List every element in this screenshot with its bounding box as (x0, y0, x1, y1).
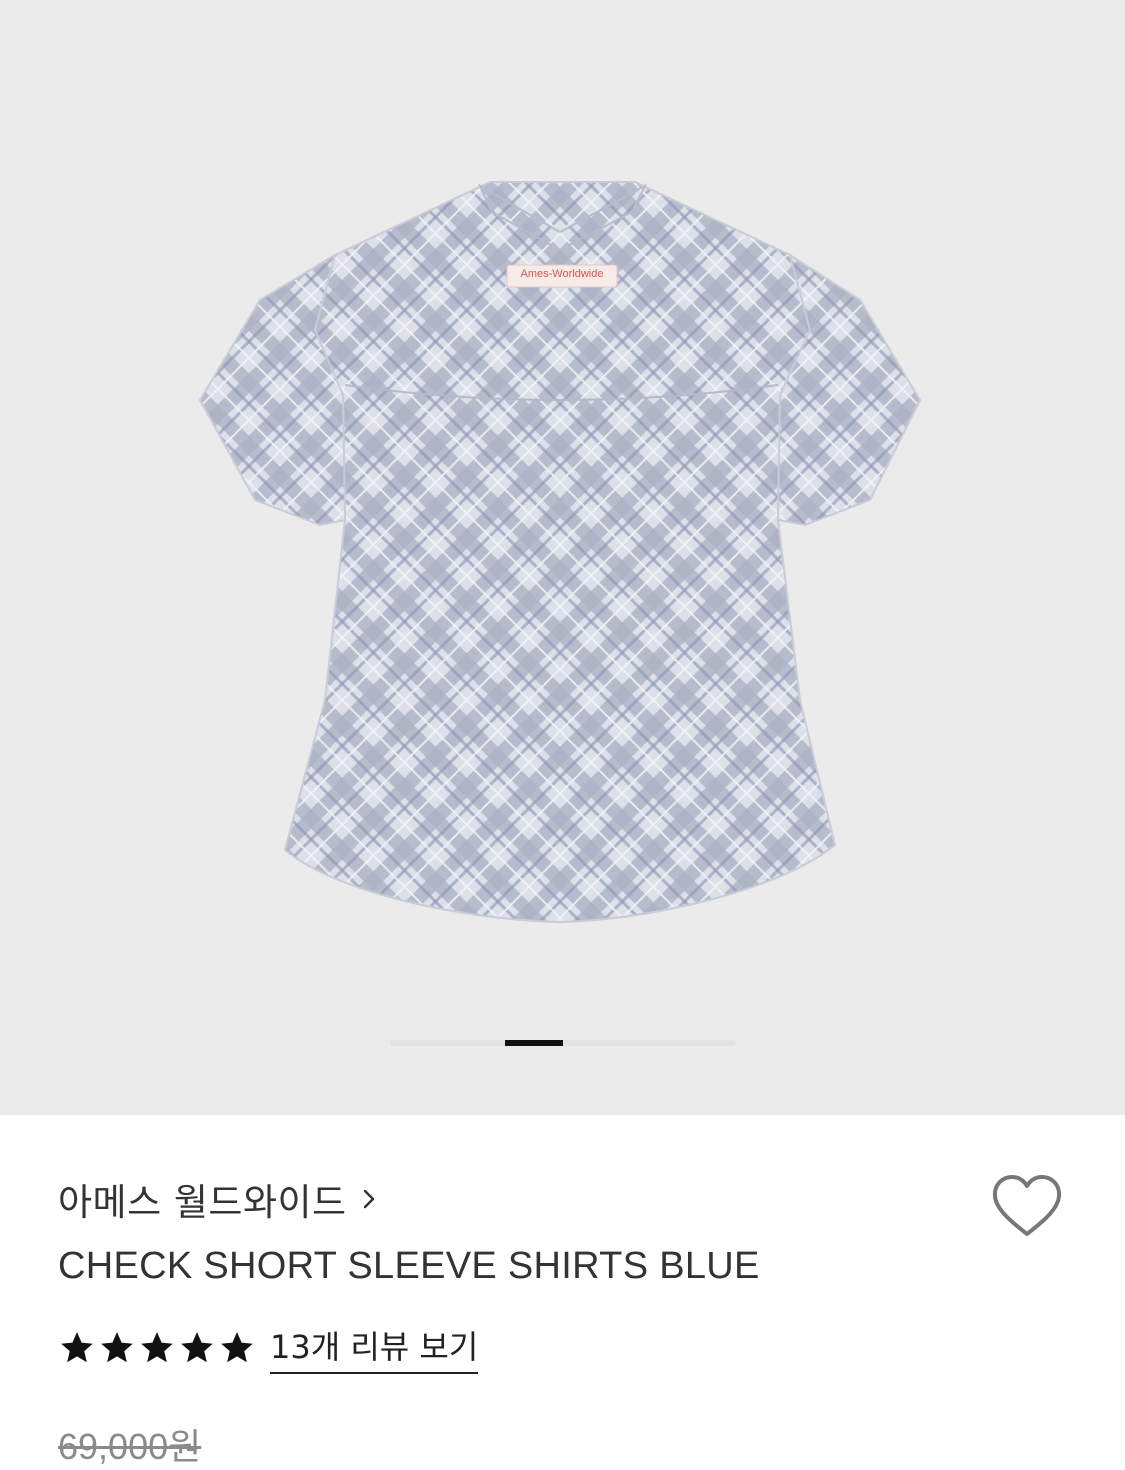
brand-link[interactable]: 아메스 월드와이드 (58, 1172, 377, 1226)
star-filled-icon (101, 1332, 133, 1363)
star-rating (58, 1329, 258, 1367)
rating-row: 13개 리뷰 보기 (58, 1322, 479, 1374)
product-image-gallery[interactable]: Ames-Worldwide (0, 0, 1125, 1115)
product-image (0, 0, 1125, 1115)
original-price: 69,000원 (58, 1426, 202, 1467)
product-title: CHECK SHORT SLEEVE SHIRTS BLUE (58, 1245, 760, 1287)
star-filled-icon (221, 1332, 253, 1363)
carousel-pager[interactable] (390, 1040, 736, 1046)
carousel-pager-active-indicator (505, 1040, 563, 1046)
wishlist-button[interactable] (990, 1172, 1064, 1242)
brand-name: 아메스 월드와이드 (58, 1181, 347, 1224)
star-filled-icon (181, 1332, 213, 1363)
heart-outline-icon (992, 1175, 1062, 1236)
star-filled-icon (141, 1332, 173, 1363)
star-filled-icon (61, 1332, 93, 1363)
chevron-right-icon (363, 1189, 374, 1209)
review-link[interactable]: 13개 리뷰 보기 (270, 1322, 479, 1374)
brand-label-text: Ames-Worldwide (520, 268, 604, 280)
